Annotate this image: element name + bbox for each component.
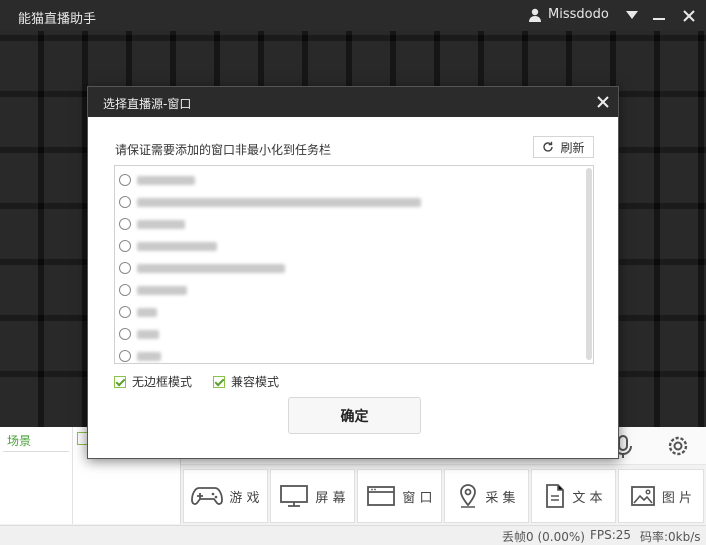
refresh-label: 刷新 [560, 140, 585, 155]
monitor-icon [280, 485, 309, 507]
gear-icon[interactable] [666, 434, 690, 461]
source-game-button[interactable]: 游 戏 [183, 469, 268, 523]
window-name-redacted [137, 197, 421, 207]
chevron-down-icon[interactable] [625, 10, 639, 20]
bitrate-readout: 码率:0kb/s [640, 530, 701, 544]
gamepad-icon [191, 487, 224, 505]
source-text-label: 文 本 [572, 490, 603, 506]
window-name-redacted [137, 219, 185, 229]
title-bar: 能猫直播助手 Missdodo [0, 0, 706, 31]
window-name-redacted [137, 307, 157, 317]
location-pin-icon [460, 484, 477, 508]
list-item[interactable] [119, 213, 185, 235]
source-game-label: 游 戏 [229, 490, 260, 506]
source-capture-button[interactable]: 采 集 [444, 469, 529, 523]
borderless-option[interactable]: 无边框模式 [114, 373, 192, 390]
list-item[interactable] [119, 323, 159, 345]
source-screen-button[interactable]: 屏 幕 [270, 469, 355, 523]
close-icon[interactable] [595, 94, 611, 110]
dialog-hint: 请保证需要添加的窗口非最小化到任务栏 [115, 143, 332, 157]
borderless-label: 无边框模式 [132, 375, 193, 389]
list-item[interactable] [119, 191, 421, 213]
list-item[interactable] [119, 345, 161, 363]
source-image-button[interactable]: 图 片 [618, 469, 704, 523]
source-screen-label: 屏 幕 [315, 490, 346, 506]
radio-button[interactable] [119, 284, 131, 296]
source-text-button[interactable]: 文 本 [531, 469, 616, 523]
window-icon [367, 486, 396, 506]
radio-button[interactable] [119, 240, 131, 252]
username: Missdodo [548, 7, 609, 22]
window-name-redacted [137, 351, 161, 361]
radio-button[interactable] [119, 262, 131, 274]
scene-list: 场景 [0, 427, 73, 524]
window-name-redacted [137, 329, 159, 339]
user-icon [528, 8, 542, 22]
source-window-label: 窗 口 [402, 490, 433, 506]
radio-button[interactable] [119, 218, 131, 230]
status-bar: 丢帧0 (0.00%) FPS:25 码率:0kb/s [0, 525, 706, 545]
radio-button[interactable] [119, 196, 131, 208]
image-icon [631, 486, 655, 506]
compat-option[interactable]: 兼容模式 [213, 373, 279, 390]
radio-button[interactable] [119, 328, 131, 340]
source-image-label: 图 片 [661, 490, 693, 506]
list-item[interactable] [119, 279, 187, 301]
window-name-redacted [137, 263, 285, 273]
dialog-title: 选择直播源-窗口 [103, 97, 192, 111]
window-name-redacted [137, 175, 195, 185]
compat-label: 兼容模式 [231, 375, 280, 389]
borderless-checkbox[interactable] [114, 375, 126, 388]
close-window-button[interactable] [678, 5, 700, 27]
window-name-redacted [137, 241, 217, 251]
fps-readout: FPS:25 [590, 528, 632, 542]
dialog-header: 选择直播源-窗口 [88, 87, 618, 117]
refresh-button[interactable]: 刷新 [533, 136, 594, 158]
scrollbar[interactable] [586, 168, 592, 360]
source-window-button[interactable]: 窗 口 [357, 469, 442, 523]
divider [3, 451, 69, 452]
window-list[interactable] [114, 165, 594, 364]
select-window-dialog: 选择直播源-窗口 请保证需要添加的窗口非最小化到任务栏 刷新 无边框模式 兼容模… [87, 86, 619, 459]
document-icon [546, 484, 565, 508]
window-name-redacted [137, 285, 187, 295]
list-item[interactable] [119, 301, 157, 323]
refresh-icon [543, 141, 554, 152]
list-item[interactable] [119, 257, 285, 279]
dropped-frames: 丢帧0 (0.00%) [502, 530, 585, 544]
source-capture-label: 采 集 [485, 490, 516, 506]
app-title: 能猫直播助手 [18, 12, 97, 27]
radio-button[interactable] [119, 306, 131, 318]
confirm-button[interactable]: 确定 [288, 397, 421, 434]
compat-checkbox[interactable] [213, 375, 225, 388]
user-menu[interactable]: Missdodo [528, 7, 639, 22]
radio-button[interactable] [119, 174, 131, 186]
scene-label[interactable]: 场景 [7, 432, 31, 449]
radio-button[interactable] [119, 350, 131, 362]
minimize-button[interactable] [648, 5, 670, 27]
list-item[interactable] [119, 169, 195, 191]
list-item[interactable] [119, 235, 217, 257]
